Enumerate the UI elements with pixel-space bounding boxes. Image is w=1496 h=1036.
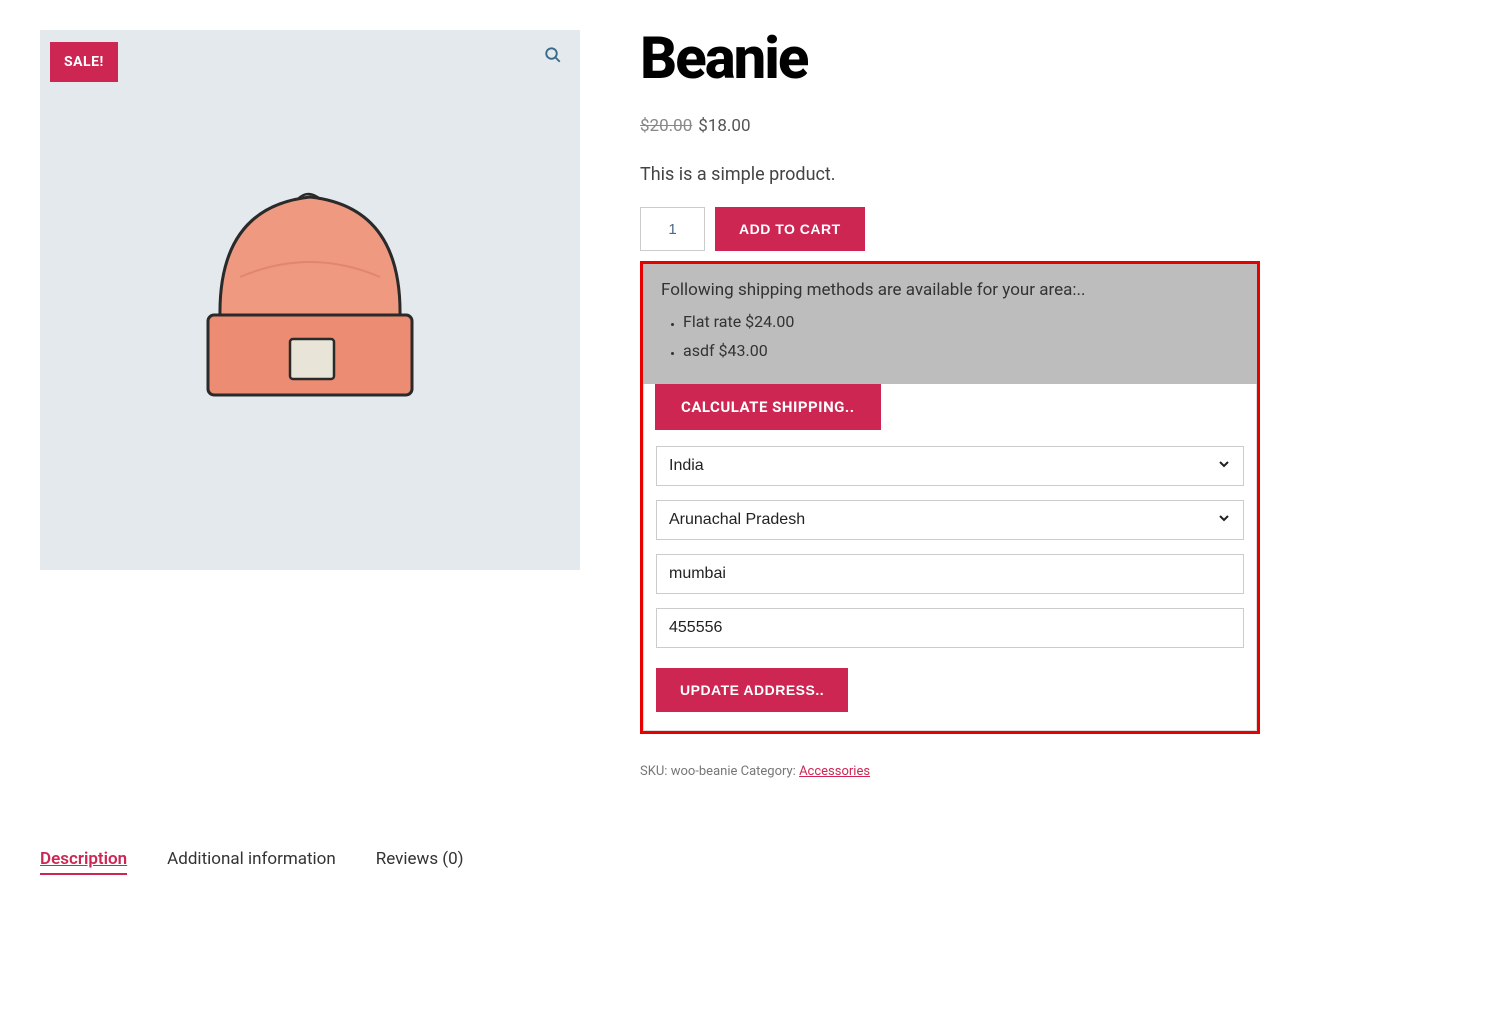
product-gallery: SALE! <box>40 30 580 570</box>
product-title: Beanie <box>640 30 1260 88</box>
tab-additional-information[interactable]: Additional information <box>167 849 336 875</box>
category-link[interactable]: Accessories <box>799 764 870 779</box>
product-image[interactable] <box>180 147 440 431</box>
country-select[interactable] <box>656 446 1244 486</box>
zoom-icon[interactable] <box>544 46 562 68</box>
shipping-highlight-box: Following shipping methods are available… <box>640 261 1260 734</box>
shipping-method: Flat rate $24.00 <box>683 308 1239 337</box>
sale-badge: SALE! <box>50 42 118 82</box>
old-price: $20.00 <box>640 116 692 136</box>
postcode-input[interactable] <box>656 608 1244 648</box>
sku-value: woo-beanie <box>671 764 738 779</box>
category-label: Category: <box>737 764 799 779</box>
product-tabs: Description Additional information Revie… <box>40 849 1456 875</box>
state-select[interactable] <box>656 500 1244 540</box>
city-input[interactable] <box>656 554 1244 594</box>
product-meta: SKU: woo-beanie Category: Accessories <box>640 764 1260 779</box>
add-to-cart-button[interactable]: ADD TO CART <box>715 207 865 251</box>
product-price: $20.00 $18.00 <box>640 116 1260 136</box>
update-address-button[interactable]: UPDATE ADDRESS.. <box>656 668 848 712</box>
tab-description[interactable]: Description <box>40 849 127 875</box>
shipping-method: asdf $43.00 <box>683 337 1239 366</box>
calculate-shipping-heading: CALCULATE SHIPPING.. <box>655 384 881 430</box>
sale-price: $18.00 <box>698 116 750 136</box>
shipping-intro: Following shipping methods are available… <box>661 280 1239 300</box>
tab-reviews[interactable]: Reviews (0) <box>376 849 464 875</box>
sku-label: SKU: <box>640 764 671 779</box>
shipping-availability: Following shipping methods are available… <box>643 264 1257 384</box>
short-description: This is a simple product. <box>640 164 1260 185</box>
quantity-input[interactable] <box>640 207 705 251</box>
